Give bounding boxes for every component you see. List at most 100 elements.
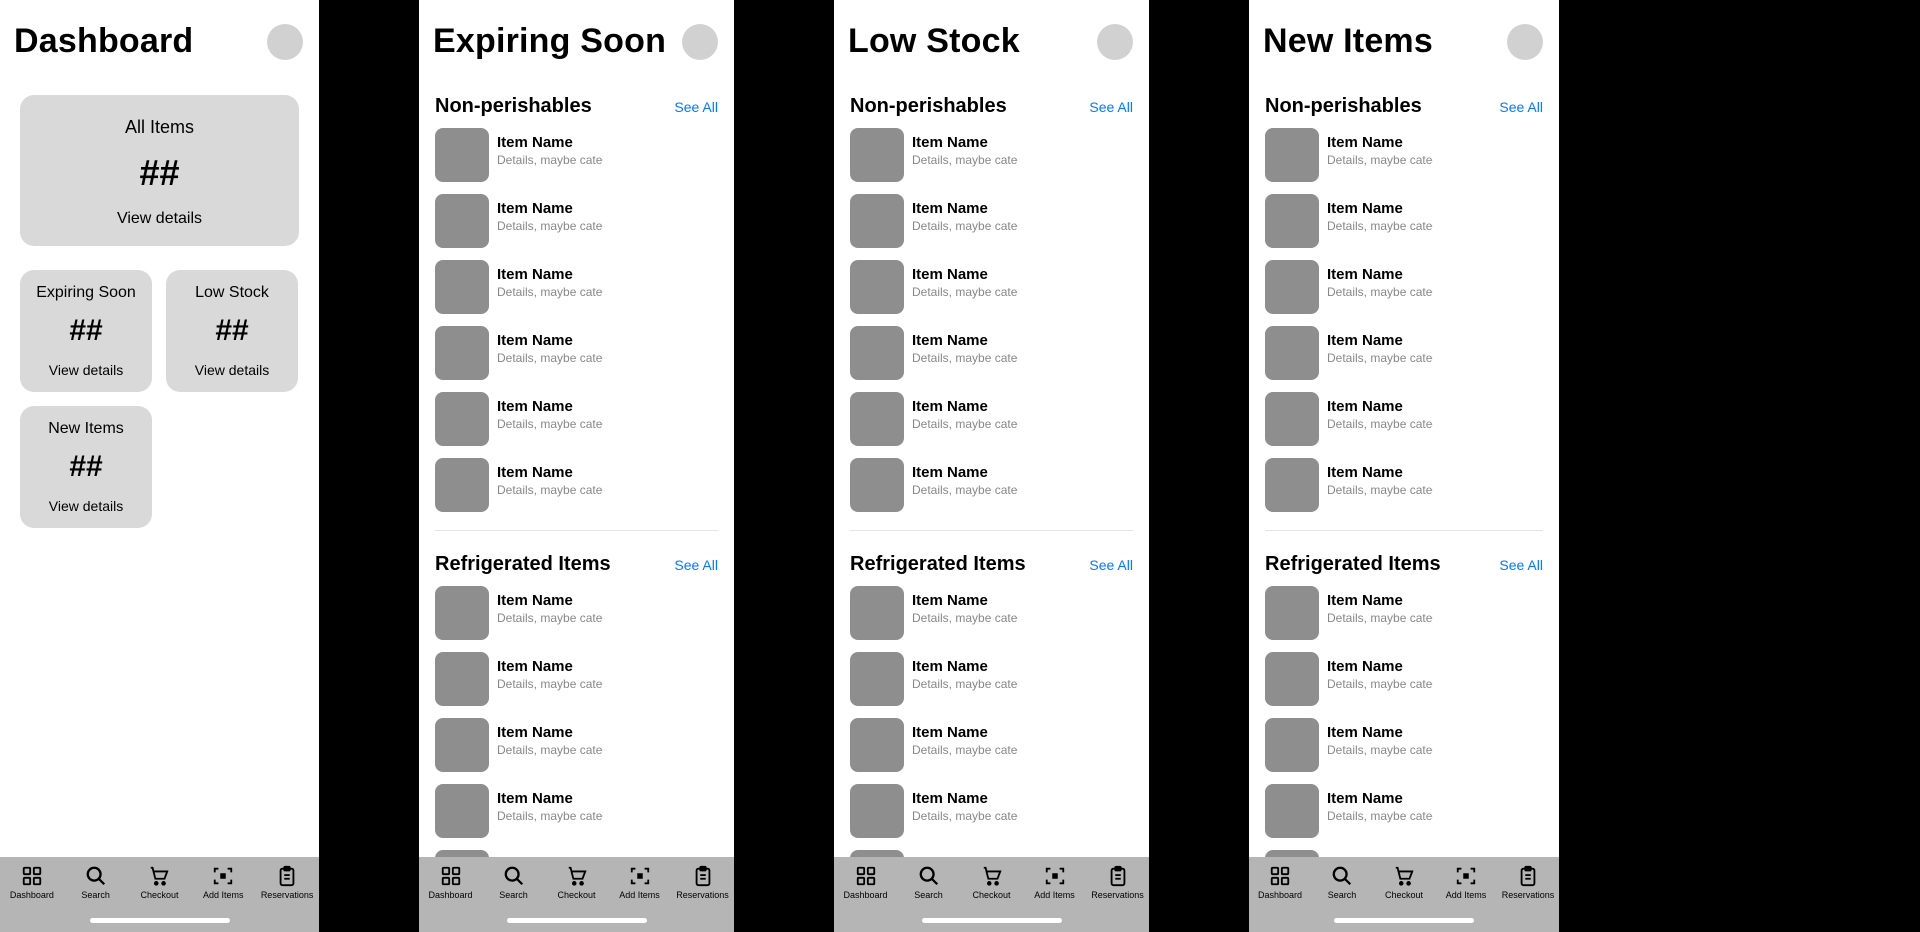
tab-search[interactable]: Search (68, 865, 123, 900)
tab-add-items[interactable]: Add Items (612, 865, 667, 900)
item-detail: Details, maybe category (497, 483, 603, 497)
list-item[interactable]: Item NameDetails, maybe category (435, 326, 603, 380)
avatar[interactable] (1097, 24, 1133, 60)
section-title: Refrigerated Items (1265, 553, 1441, 576)
item-detail: Details, maybe category (497, 153, 603, 167)
list-item[interactable]: Item NameDetails, maybe category (850, 128, 1018, 182)
cart-icon (148, 865, 170, 887)
tab-reservations[interactable]: Reservations (675, 865, 730, 900)
tab-reservations[interactable]: Reservations (1090, 865, 1145, 900)
item-detail: Details, maybe category (1327, 743, 1433, 757)
item-name: Item Name (1327, 790, 1433, 807)
item-meta: Item NameDetails, maybe category (497, 784, 603, 823)
list-item[interactable]: Item NameDetails, maybe category (1265, 326, 1433, 380)
screen-dashboard: Dashboard All Items ## View details Expi… (0, 0, 319, 932)
screen-new-items: New Items Non-perishablesSee AllItem Nam… (1249, 0, 1559, 932)
item-meta: Item NameDetails, maybe category (497, 194, 603, 233)
list-item[interactable]: Item NameDetails, maybe category (435, 652, 603, 706)
list-item[interactable]: Item NameDetails, maybe category (435, 194, 603, 248)
card-expiring-soon[interactable]: Expiring Soon ## View details (20, 270, 152, 392)
tab-dashboard[interactable]: Dashboard (423, 865, 478, 900)
avatar[interactable] (682, 24, 718, 60)
item-meta: Item NameDetails, maybe category (912, 326, 1018, 365)
tab-add-items[interactable]: Add Items (1027, 865, 1082, 900)
list-item[interactable]: Item NameDetails, maybe category (850, 326, 1018, 380)
item-name: Item Name (912, 266, 1018, 283)
item-name: Item Name (497, 658, 603, 675)
list-item[interactable]: Item NameDetails, maybe category (1265, 718, 1433, 772)
tab-dashboard[interactable]: Dashboard (838, 865, 893, 900)
item-thumbnail (1265, 458, 1319, 512)
tab-search[interactable]: Search (1315, 865, 1370, 900)
item-name: Item Name (912, 134, 1018, 151)
list-item[interactable]: Item NameDetails, maybe category (1265, 586, 1433, 640)
list-item[interactable]: Item NameDetails, maybe category (1265, 784, 1433, 838)
grid-icon (21, 865, 43, 887)
tab-add-items[interactable]: Add Items (1439, 865, 1494, 900)
see-all-link[interactable]: See All (1089, 557, 1133, 573)
list-item[interactable]: Item NameDetails, maybe category (435, 784, 603, 838)
tab-search[interactable]: Search (486, 865, 541, 900)
list-item[interactable]: Item NameDetails, maybe category (850, 784, 1018, 838)
see-all-link[interactable]: See All (1089, 99, 1133, 115)
tab-checkout[interactable]: Checkout (964, 865, 1019, 900)
list-item[interactable]: Item NameDetails, maybe category (1265, 194, 1433, 248)
item-meta: Item NameDetails, maybe category (912, 586, 1018, 625)
list-item[interactable]: Item NameDetails, maybe category (850, 194, 1018, 248)
scan-icon (1455, 865, 1477, 887)
grid-icon (855, 865, 877, 887)
card-all-items[interactable]: All Items ## View details (20, 95, 299, 246)
tab-checkout[interactable]: Checkout (549, 865, 604, 900)
item-thumbnail (1265, 392, 1319, 446)
list-item[interactable]: Item NameDetails, maybe category (1265, 652, 1433, 706)
list-item[interactable]: Item NameDetails, maybe category (435, 128, 603, 182)
tab-dashboard[interactable]: Dashboard (1253, 865, 1308, 900)
item-thumbnail (1265, 784, 1319, 838)
item-meta: Item NameDetails, maybe category (1327, 326, 1433, 365)
avatar[interactable] (267, 24, 303, 60)
card-new-items[interactable]: New Items ## View details (20, 406, 152, 528)
item-detail: Details, maybe category (497, 219, 603, 233)
tab-reservations[interactable]: Reservations (260, 865, 315, 900)
item-thumbnail (1265, 128, 1319, 182)
list-item[interactable]: Item NameDetails, maybe category (1265, 128, 1433, 182)
tab-checkout[interactable]: Checkout (1377, 865, 1432, 900)
list-item[interactable]: Item NameDetails, maybe category (1265, 850, 1433, 857)
card-low-stock[interactable]: Low Stock ## View details (166, 270, 298, 392)
list-item[interactable]: Item NameDetails, maybe category (435, 718, 603, 772)
list-item[interactable]: Item NameDetails, maybe category (1265, 392, 1433, 446)
item-meta: Item NameDetails, maybe category (1327, 784, 1433, 823)
list-item[interactable]: Item NameDetails, maybe category (850, 392, 1018, 446)
see-all-link[interactable]: See All (674, 99, 718, 115)
list-item[interactable]: Item NameDetails, maybe category (435, 392, 603, 446)
list-item[interactable]: Item NameDetails, maybe category (850, 458, 1018, 512)
item-thumbnail (435, 652, 489, 706)
list-item[interactable]: Item NameDetails, maybe category (850, 718, 1018, 772)
tab-reservations[interactable]: Reservations (1501, 865, 1556, 900)
list-item[interactable]: Item NameDetails, maybe category (850, 850, 1018, 857)
list-item[interactable]: Item NameDetails, maybe category (850, 652, 1018, 706)
list-item[interactable]: Item NameDetails, maybe category (435, 260, 603, 314)
tab-checkout[interactable]: Checkout (132, 865, 187, 900)
item-grid: Item NameDetails, maybe category Item Nam… (435, 128, 734, 512)
avatar[interactable] (1507, 24, 1543, 60)
see-all-link[interactable]: See All (674, 557, 718, 573)
list-item[interactable]: Item NameDetails, maybe category (435, 458, 603, 512)
see-all-link[interactable]: See All (1499, 557, 1543, 573)
item-thumbnail (850, 850, 904, 857)
tab-dashboard[interactable]: Dashboard (4, 865, 59, 900)
list-item[interactable]: Item NameDetails, maybe category (435, 850, 603, 857)
list-item[interactable]: Item NameDetails, maybe category (1265, 458, 1433, 512)
list-item[interactable]: Item NameDetails, maybe category (1265, 260, 1433, 314)
list-item[interactable]: Item NameDetails, maybe category (850, 260, 1018, 314)
item-thumbnail (435, 128, 489, 182)
tab-add-items[interactable]: Add Items (196, 865, 251, 900)
list-item[interactable]: Item NameDetails, maybe category (850, 586, 1018, 640)
tab-label: Search (914, 890, 943, 900)
item-detail: Details, maybe category (912, 611, 1018, 625)
card-cta: View details (28, 498, 144, 514)
item-thumbnail (1265, 850, 1319, 857)
list-item[interactable]: Item NameDetails, maybe category (435, 586, 603, 640)
tab-search[interactable]: Search (901, 865, 956, 900)
see-all-link[interactable]: See All (1499, 99, 1543, 115)
